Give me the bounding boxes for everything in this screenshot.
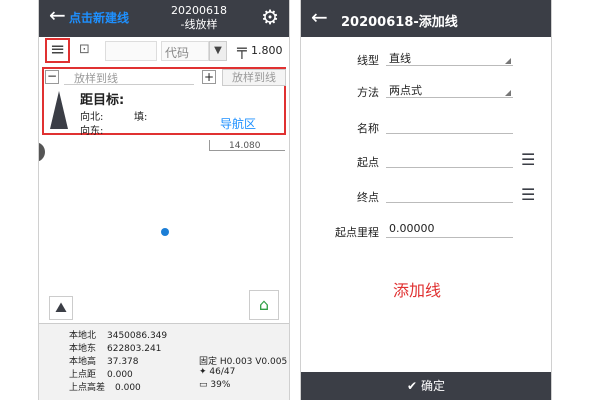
fix-status: 固定 H0.003 V0.005 bbox=[199, 357, 288, 367]
chevron-down-icon[interactable]: ▼ bbox=[209, 41, 227, 61]
page-title: 20200618 -线放样 bbox=[149, 4, 249, 32]
direction-arrow-icon bbox=[50, 91, 68, 129]
scale-bar-tick bbox=[209, 140, 210, 150]
locate-icon[interactable]: ⌂ bbox=[249, 290, 279, 320]
page-title: 20200618-添加线 bbox=[341, 15, 458, 30]
line-stakeout-screen: ← 点击新建线 20200618 -线放样 ⚙ ≡ ⊡ 代码 ▼ ╤ 1.800… bbox=[38, 0, 290, 400]
distance-label: 距目标: bbox=[80, 93, 125, 108]
confirm-button[interactable]: ✔ 确定 bbox=[301, 372, 551, 400]
start-mileage-label: 起点里程 bbox=[335, 226, 379, 239]
line-type-label: 线型 bbox=[357, 54, 379, 67]
north-label: 向北: bbox=[80, 112, 104, 123]
line-type-select[interactable]: 直线 bbox=[386, 48, 513, 66]
side-drawer-handle[interactable] bbox=[39, 142, 45, 162]
east-label: 向东: bbox=[80, 126, 104, 137]
menu-icon[interactable]: ≡ bbox=[45, 38, 70, 63]
target-line-input[interactable]: 放样到线 bbox=[64, 69, 194, 85]
back-arrow-icon[interactable]: ← bbox=[49, 5, 66, 25]
code-input[interactable]: 代码 bbox=[161, 41, 209, 61]
list-icon[interactable]: ☰ bbox=[521, 187, 541, 203]
satellite-count: ✦ 46/47 bbox=[199, 367, 236, 377]
current-position-marker bbox=[161, 228, 169, 236]
map-layer-icon[interactable]: ⛰ bbox=[49, 296, 73, 320]
name-label: 名称 bbox=[357, 122, 379, 135]
status-panel: 本地北 3450086.349 本地东 622803.241 本地高 37.378 上… bbox=[39, 323, 289, 400]
add-target-button[interactable]: + bbox=[202, 70, 216, 84]
pole-icon[interactable]: ╤ bbox=[237, 40, 247, 59]
image-icon[interactable]: ⊡ bbox=[79, 42, 90, 57]
annotation-new-line: 点击新建线 bbox=[69, 11, 130, 25]
end-point-label: 终点 bbox=[357, 191, 379, 204]
status-row-north: 本地北 3450086.349 bbox=[69, 331, 168, 341]
dropdown-icon bbox=[505, 58, 511, 64]
gear-icon[interactable]: ⚙ bbox=[261, 6, 279, 28]
list-icon[interactable]: ☰ bbox=[521, 152, 541, 168]
check-icon: ✔ bbox=[407, 379, 418, 393]
app-header: ← 20200618-添加线 bbox=[301, 0, 551, 37]
point-name-input[interactable] bbox=[105, 41, 157, 61]
satellite-icon: ✦ bbox=[199, 367, 210, 377]
status-row-height: 本地高 37.378 bbox=[69, 357, 139, 367]
method-select[interactable]: 两点式 bbox=[386, 80, 513, 98]
stake-to-line-button[interactable]: 放样到线 bbox=[222, 69, 286, 86]
confirm-label: 确定 bbox=[420, 379, 445, 393]
add-line-screen: ← 20200618-添加线 线型 直线 方法 两点式 名称 起点 ☰ 终点 ☰… bbox=[300, 0, 552, 400]
end-point-input[interactable] bbox=[386, 185, 513, 203]
back-arrow-icon[interactable]: ← bbox=[311, 7, 328, 27]
fill-label: 填: bbox=[134, 112, 148, 123]
scale-label: 14.080 bbox=[229, 141, 261, 151]
start-mileage-input[interactable]: 0.00000 bbox=[386, 220, 513, 238]
annotation-nav-area: 导航区 bbox=[220, 117, 257, 131]
status-row-prev-height: 上点高差 0.000 bbox=[69, 383, 141, 393]
start-point-label: 起点 bbox=[357, 156, 379, 169]
status-row-prev-dist: 上点距 0.000 bbox=[69, 370, 133, 380]
battery-icon: ▭ bbox=[199, 380, 211, 390]
app-header: ← 点击新建线 20200618 -线放样 ⚙ bbox=[39, 0, 289, 37]
remove-target-button[interactable]: − bbox=[45, 70, 59, 84]
title-mode: -线放样 bbox=[180, 18, 218, 31]
status-row-east: 本地东 622803.241 bbox=[69, 344, 162, 354]
toolbar: ≡ ⊡ 代码 ▼ ╤ 1.800 bbox=[39, 37, 289, 63]
pole-height-value[interactable]: 1.800 bbox=[251, 44, 283, 57]
title-date: 20200618 bbox=[171, 4, 227, 17]
annotation-add-line: 添加线 bbox=[393, 281, 442, 300]
method-label: 方法 bbox=[357, 86, 379, 99]
battery-level: ▭ 39% bbox=[199, 380, 231, 390]
start-point-input[interactable] bbox=[386, 150, 513, 168]
navigation-area: − 放样到线 + 放样到线 距目标: 向北: 填: 向东: 导航区 bbox=[42, 67, 286, 137]
dropdown-icon bbox=[505, 90, 511, 96]
name-input[interactable] bbox=[386, 116, 513, 134]
